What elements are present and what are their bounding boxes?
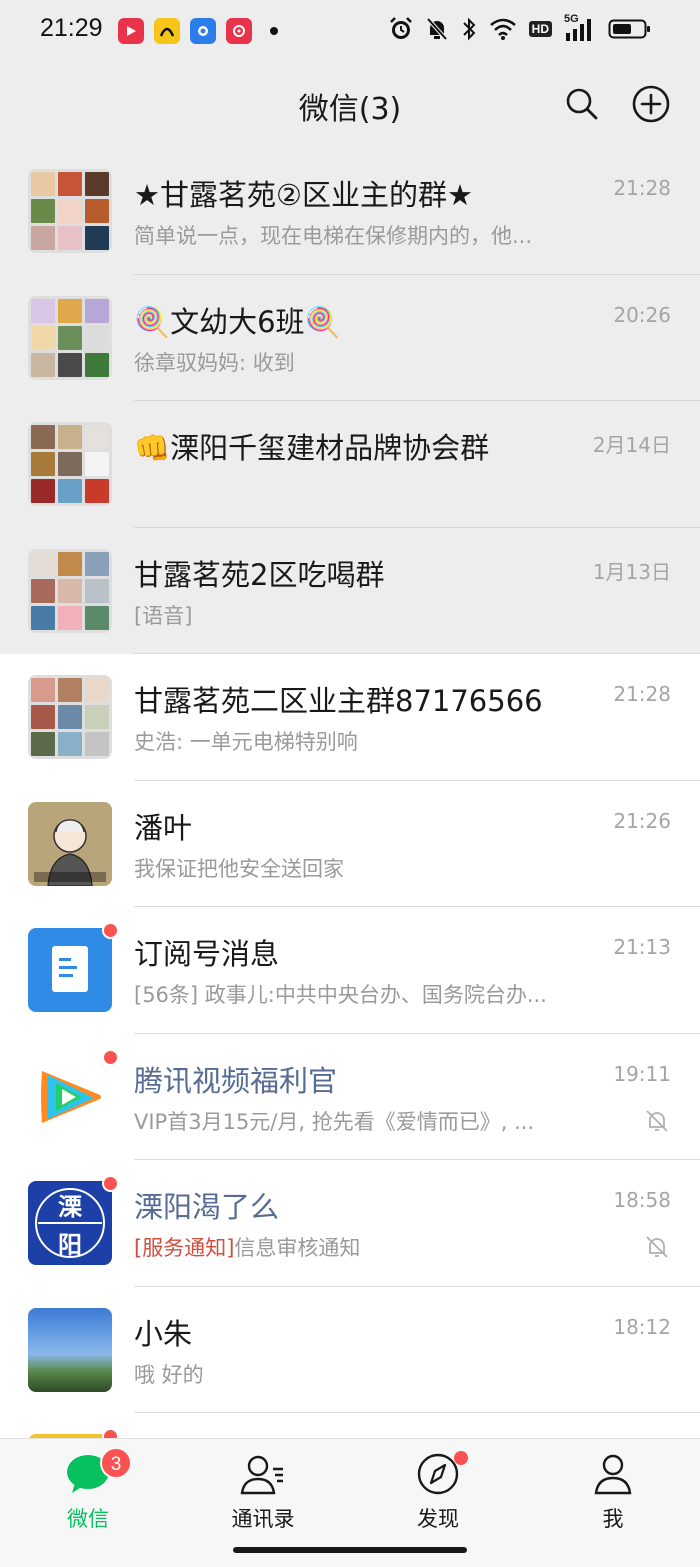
tab-me[interactable]: 我 xyxy=(553,1449,673,1533)
unread-dot xyxy=(102,1048,119,1066)
chat-name: ★甘露茗苑②区业主的群★ xyxy=(134,178,473,212)
chat-preview: [语音] xyxy=(134,603,193,628)
chat-name: 腾讯视频福利官 xyxy=(134,1063,338,1098)
unread-count-badge: 3 xyxy=(100,1447,132,1479)
plus-circle-icon xyxy=(632,85,670,123)
mute-bell-icon xyxy=(646,1109,668,1132)
status-bar: 21:29 HD 5G xyxy=(0,0,700,62)
chat-name: 👊溧阳千玺建材品牌协会群 xyxy=(134,431,490,465)
chat-name: 溧阳渴了么 xyxy=(134,1190,280,1224)
browser-app-icon xyxy=(190,18,216,44)
chat-row-pinned[interactable]: 👊溧阳千玺建材品牌协会群 2月14日 xyxy=(0,401,700,528)
chat-time: 21:28 xyxy=(613,682,671,706)
unread-dot xyxy=(102,922,119,939)
avatar-text-bottom: 阳 xyxy=(58,1231,82,1259)
chat-time: 1月13日 xyxy=(592,559,671,584)
chat-preview: [服务通知]信息审核通知 xyxy=(134,1232,360,1262)
tab-label: 我 xyxy=(602,1507,624,1531)
chat-row[interactable]: 小朱 哦 好的 18:12 xyxy=(0,1287,700,1413)
mute-bell-icon xyxy=(426,17,448,41)
tab-contacts[interactable]: 通讯录 xyxy=(203,1449,323,1533)
battery-icon xyxy=(608,19,650,39)
contact-avatar xyxy=(28,1307,112,1392)
group-avatar xyxy=(28,169,112,253)
contact-avatar xyxy=(28,801,112,886)
notification-icons xyxy=(118,17,278,45)
group-avatar xyxy=(28,548,112,633)
chat-time: 20:26 xyxy=(613,302,671,327)
chat-preview-text: 信息审核通知 xyxy=(234,1236,361,1260)
chat-preview: VIP首3月15元/月, 抢先看《爱情而已》, ... xyxy=(134,1109,535,1134)
chat-name: 小朱 xyxy=(134,1316,193,1351)
chat-time: 21:26 xyxy=(613,808,671,833)
unread-dot xyxy=(102,1428,119,1438)
chat-row-partial[interactable] xyxy=(0,1413,700,1438)
system-icons: HD 5G xyxy=(389,13,652,43)
tencent-video-avatar xyxy=(28,1054,112,1139)
search-button[interactable] xyxy=(560,82,604,126)
reader-app-icon xyxy=(154,18,180,44)
chat-time: 21:28 xyxy=(613,176,671,200)
search-icon xyxy=(566,88,598,120)
nav-header: 微信(3) xyxy=(0,62,700,148)
group-avatar xyxy=(28,422,112,506)
document-icon xyxy=(52,946,88,992)
chat-preview: 我保证把他安全送回家 xyxy=(134,856,344,881)
chat-time: 2月14日 xyxy=(592,433,671,457)
more-notifications-dot xyxy=(270,27,278,35)
mute-bell-icon xyxy=(646,1236,668,1258)
video-app-icon xyxy=(118,18,144,44)
unread-dot xyxy=(102,1175,119,1192)
chat-time: 21:13 xyxy=(613,935,671,959)
chat-name: 订阅号消息 xyxy=(134,937,280,971)
tab-label: 微信 xyxy=(67,1507,109,1531)
tab-label: 发现 xyxy=(417,1507,459,1531)
chat-name: 甘露茗苑二区业主群87176566 xyxy=(134,684,543,718)
chat-preview: 徐章驭妈妈: 收到 xyxy=(134,350,295,375)
chat-preview: [56条] 政事儿:中共中央台办、国务院台办... xyxy=(134,983,547,1007)
discover-new-dot xyxy=(454,1451,468,1465)
chat-row-subscriptions[interactable]: 订阅号消息 [56条] 政事儿:中共中央台办、国务院台办... 21:13 xyxy=(0,907,700,1034)
chat-time: 19:11 xyxy=(613,1061,671,1086)
status-time: 21:29 xyxy=(40,14,103,42)
tencent-video-logo-icon xyxy=(41,1070,101,1123)
chat-row-official[interactable]: 腾讯视频福利官 VIP首3月15元/月, 抢先看《爱情而已》, ... 19:1… xyxy=(0,1034,700,1160)
service-notice-tag: [服务通知] xyxy=(134,1236,235,1260)
signal-5g-icon: 5G xyxy=(564,13,596,43)
chat-preview: 史浩: 一单元电梯特别响 xyxy=(134,730,358,754)
chat-row-pinned[interactable]: 🍭文幼大6班🍭 徐章驭妈妈: 收到 20:26 xyxy=(0,274,700,401)
chat-time: 18:58 xyxy=(613,1188,671,1212)
avatar-text-top: 溧 xyxy=(58,1193,82,1221)
home-indicator[interactable] xyxy=(233,1547,467,1553)
tab-label: 通讯录 xyxy=(231,1507,295,1531)
chat-preview: 简单说一点，现在电梯在保修期内的，他... xyxy=(134,224,533,248)
person-icon xyxy=(594,1454,632,1495)
wifi-icon xyxy=(489,18,516,40)
tab-discover[interactable]: 发现 xyxy=(378,1449,498,1533)
group-avatar xyxy=(28,675,112,759)
chat-time: 18:12 xyxy=(613,1314,671,1339)
liyang-avatar: 溧 阳 xyxy=(28,1181,112,1265)
group-avatar xyxy=(28,295,112,380)
subscription-avatar xyxy=(28,928,112,1012)
chat-row-pinned[interactable]: ★甘露茗苑②区业主的群★ 简单说一点，现在电梯在保修期内的，他... 21:28 xyxy=(0,148,700,275)
chat-row-pinned[interactable]: 甘露茗苑2区吃喝群 [语音] 1月13日 xyxy=(0,527,700,654)
add-button[interactable] xyxy=(629,82,673,126)
tab-chats[interactable]: 3 微信 xyxy=(28,1447,148,1533)
chat-name: 🍭文幼大6班🍭 xyxy=(134,304,341,339)
chat-name: 甘露茗苑2区吃喝群 xyxy=(134,557,385,592)
chat-name: 潘叶 xyxy=(134,810,193,845)
chat-preview: 哦 好的 xyxy=(134,1362,204,1387)
alarm-icon xyxy=(389,17,412,39)
chat-row-official[interactable]: 溧 阳 溧阳渴了么 [服务通知]信息审核通知 18:58 xyxy=(0,1160,700,1287)
chat-list: ★甘露茗苑②区业主的群★ 简单说一点，现在电梯在保修期内的，他... 21:28… xyxy=(0,148,700,1438)
contacts-icon xyxy=(240,1455,283,1495)
hd-indicator: HD xyxy=(528,21,552,37)
chat-row[interactable]: 潘叶 我保证把他安全送回家 21:26 xyxy=(0,781,700,907)
bluetooth-icon xyxy=(462,17,476,41)
music-app-icon xyxy=(226,18,252,44)
chat-row[interactable]: 甘露茗苑二区业主群87176566 史浩: 一单元电梯特别响 21:28 xyxy=(0,654,700,781)
